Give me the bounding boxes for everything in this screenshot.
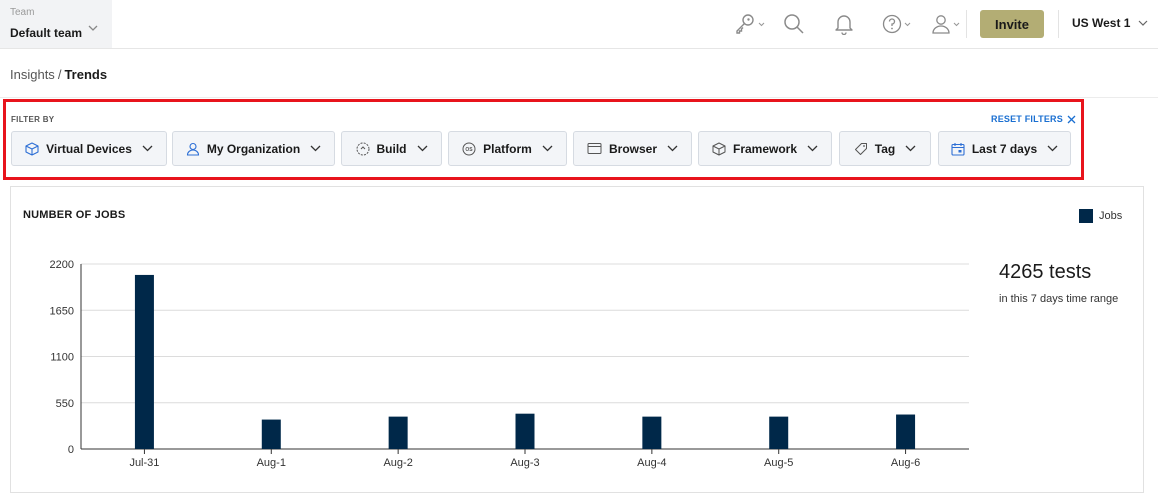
- legend-swatch: [1079, 209, 1093, 223]
- bar: [515, 413, 535, 449]
- box-icon: [712, 142, 726, 156]
- x-tick-label: Aug-5: [764, 457, 793, 469]
- filter-heading: FILTER BY: [11, 115, 55, 124]
- x-tick-label: Aug-2: [383, 457, 412, 469]
- bar: [388, 416, 408, 449]
- filter-label: Platform: [483, 141, 532, 156]
- filter-label: My Organization: [206, 141, 301, 156]
- filter-label: Framework: [732, 141, 798, 156]
- breadcrumb-separator: /: [57, 67, 62, 82]
- filter-label: Tag: [874, 141, 896, 156]
- filter-label: Browser: [608, 141, 658, 156]
- divider: [0, 97, 1158, 98]
- user-icon: [186, 142, 200, 156]
- reset-filters-label: RESET FILTERS: [991, 114, 1063, 124]
- tag-icon: [854, 142, 868, 156]
- browser-icon: [587, 142, 602, 155]
- bar: [642, 416, 662, 449]
- os-icon: OS: [462, 142, 476, 156]
- reset-filters-button[interactable]: RESET FILTERS: [991, 114, 1076, 124]
- top-bar: Team Default team Invite US West 1: [0, 0, 1158, 49]
- chevron-down-icon: [1139, 20, 1148, 26]
- chevron-down-icon: [905, 145, 916, 152]
- x-tick-label: Jul-31: [129, 457, 159, 469]
- chevron-down-icon: [1047, 145, 1058, 152]
- filter-bar: FILTER BY RESET FILTERS Virtual Devices …: [3, 99, 1084, 180]
- filter-tag[interactable]: Tag: [839, 131, 931, 166]
- team-switcher[interactable]: Team Default team: [0, 0, 112, 48]
- summary-count: 4265 tests: [999, 261, 1092, 283]
- chevron-down-icon: [807, 145, 818, 152]
- region-label: US West 1: [1072, 16, 1131, 30]
- invite-button[interactable]: Invite: [980, 10, 1044, 38]
- breadcrumb-insights[interactable]: Insights: [10, 67, 55, 82]
- key-icon[interactable]: [734, 12, 765, 36]
- x-tick-label: Aug-1: [257, 457, 286, 469]
- filter-browser[interactable]: Browser: [573, 131, 692, 166]
- close-icon: [1067, 115, 1076, 123]
- filter-virtual-devices[interactable]: Virtual Devices: [11, 131, 167, 166]
- svg-text:OS: OS: [466, 147, 474, 153]
- breadcrumb: Insights / Trends: [10, 67, 107, 82]
- calendar-icon: [951, 142, 965, 156]
- filter-label: Virtual Devices: [46, 141, 132, 156]
- x-tick-label: Aug-3: [510, 457, 539, 469]
- chevron-down-icon: [667, 145, 678, 152]
- breadcrumb-current: Trends: [64, 67, 108, 82]
- filter-organization[interactable]: My Organization: [172, 131, 335, 166]
- x-tick-label: Aug-6: [891, 457, 920, 469]
- legend-label: Jobs: [1099, 210, 1123, 222]
- chevron-down-icon: [142, 145, 153, 152]
- bar: [896, 414, 916, 449]
- divider: [966, 10, 967, 38]
- chevron-down-icon: [417, 145, 428, 152]
- cube-icon: [25, 141, 39, 156]
- divider: [1058, 10, 1059, 38]
- bar: [261, 419, 281, 449]
- region-selector[interactable]: US West 1: [1072, 16, 1148, 30]
- build-icon: [356, 142, 370, 156]
- help-icon[interactable]: [882, 12, 911, 36]
- user-icon[interactable]: [931, 12, 960, 36]
- bar: [769, 416, 789, 449]
- chevron-down-icon: [542, 145, 553, 152]
- summary-subtitle: in this 7 days time range: [999, 293, 1119, 305]
- bar-chart: 0 550 1100 1650 2200 Jul-31 Aug-1 Aug-2 Aug-3 Aug…: [50, 259, 969, 469]
- filter-date-range[interactable]: Last 7 days: [938, 131, 1071, 166]
- filter-build[interactable]: Build: [341, 131, 442, 166]
- chevron-down-icon: [310, 145, 321, 152]
- chart-legend[interactable]: Jobs: [1079, 209, 1122, 223]
- y-tick-label: 1650: [50, 305, 74, 317]
- filter-platform[interactable]: OS Platform: [448, 131, 567, 166]
- jobs-chart-card: NUMBER OF JOBS Jobs 0 550 1100 1650 2200 Jul-…: [10, 186, 1144, 493]
- chevron-down-icon: [88, 18, 98, 36]
- filter-label: Last 7 days: [971, 141, 1038, 156]
- filter-label: Build: [376, 141, 407, 156]
- y-tick-label: 0: [68, 444, 74, 456]
- y-tick-label: 2200: [50, 259, 74, 271]
- bar: [134, 274, 154, 449]
- y-tick-label: 550: [56, 398, 74, 410]
- x-tick-label: Aug-4: [637, 457, 666, 469]
- filter-framework[interactable]: Framework: [698, 131, 832, 166]
- bell-icon[interactable]: [834, 12, 854, 36]
- search-icon[interactable]: [783, 12, 805, 36]
- y-tick-label: 1100: [50, 352, 74, 364]
